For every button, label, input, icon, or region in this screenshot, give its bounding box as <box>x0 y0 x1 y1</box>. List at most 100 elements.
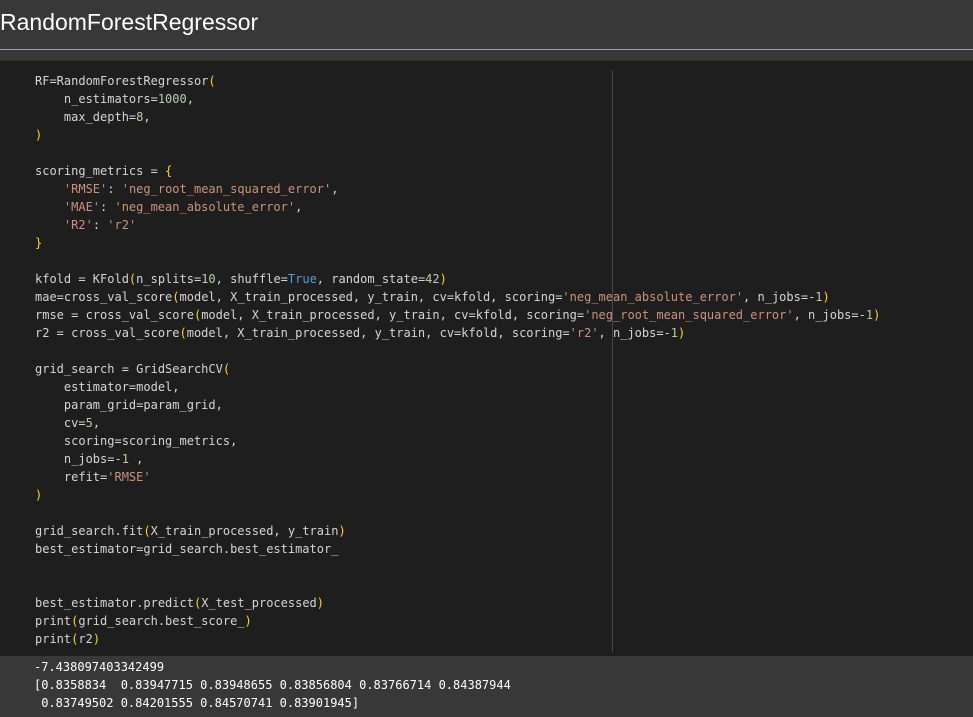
code-number-token: 42 <box>425 272 440 286</box>
code-number-token: 1 <box>815 290 823 304</box>
code-token: : <box>107 182 122 196</box>
code-number-token: 1000 <box>157 92 187 106</box>
code-bracket-token: ) <box>873 308 881 322</box>
code-line: best_estimator=grid_search.best_estimato… <box>35 540 880 558</box>
code-line: n_jobs=-1 , <box>35 450 880 468</box>
heading-divider <box>0 49 973 50</box>
output-line: [0.8358834 0.83947715 0.83948655 0.83856… <box>34 678 511 692</box>
code-token: RF=RandomForestRegressor <box>35 74 209 88</box>
code-bracket-token: ( <box>208 74 216 88</box>
code-line: ) <box>35 486 880 504</box>
code-line: kfold = KFold(n_splits=10, shuffle=True,… <box>35 270 880 288</box>
code-token: : <box>100 200 115 214</box>
code-token: X_test_processed <box>201 596 317 610</box>
code-token: , n_jobs=- <box>793 308 866 322</box>
code-token: r2 <box>78 632 93 646</box>
code-token: grid_search = GridSearchCV <box>35 362 223 376</box>
code-token: estimator=model, <box>35 380 180 394</box>
code-token: r2 = cross_val_score <box>35 326 180 340</box>
code-line: ) <box>35 126 880 144</box>
code-token: refit= <box>35 470 108 484</box>
code-string-token: 'RMSE' <box>63 182 108 196</box>
code-line: n_estimators=1000, <box>35 90 880 108</box>
code-cell[interactable]: RF=RandomForestRegressor( n_estimators=1… <box>0 60 973 656</box>
code-keyword-token: True <box>287 272 317 286</box>
code-bracket-token: ) <box>316 596 325 610</box>
code-token: , random_state= <box>316 272 426 286</box>
code-line: 'MAE': 'neg_mean_absolute_error', <box>35 198 880 216</box>
code-token: best_estimator=grid_search.best_estimato… <box>35 542 339 556</box>
code-bracket-token: ) <box>678 326 686 340</box>
code-bracket-token: ) <box>35 128 43 142</box>
code-token: n_estimators= <box>35 92 158 106</box>
code-bracket-token: ( <box>172 290 180 304</box>
code-line: mae=cross_val_score(model, X_train_proce… <box>35 288 880 306</box>
code-line: max_depth=8, <box>35 108 880 126</box>
code-bracket-token: { <box>165 164 173 178</box>
code-number-token: 1 <box>121 452 129 466</box>
code-number-token: 10 <box>201 272 216 286</box>
code-token: : <box>92 218 108 232</box>
code-token: , <box>331 182 339 196</box>
code-token: grid_search.best_score_ <box>78 614 245 628</box>
code-line: grid_search.fit(X_train_processed, y_tra… <box>35 522 880 540</box>
code-bracket-token: ) <box>338 524 346 538</box>
code-string-token: 'r2' <box>107 218 137 232</box>
code-line: r2 = cross_val_score(model, X_train_proc… <box>35 324 880 342</box>
code-editor[interactable]: RF=RandomForestRegressor( n_estimators=1… <box>35 72 880 648</box>
code-string-token: 'neg_root_mean_squared_error' <box>121 182 332 196</box>
code-token: best_estimator.predict <box>35 596 194 610</box>
code-number-token: 1 <box>865 308 874 322</box>
code-token: , <box>186 92 194 106</box>
code-string-token: 'MAE' <box>63 200 101 214</box>
code-bracket-token: } <box>35 236 43 250</box>
code-token: model, X_train_processed, y_train, cv=kf… <box>201 308 585 322</box>
code-line: scoring_metrics = { <box>35 162 880 180</box>
code-token: scoring=scoring_metrics, <box>35 434 238 448</box>
code-number-token: 1 <box>670 326 679 340</box>
code-token: kfold = KFold <box>35 272 129 286</box>
code-line: RF=RandomForestRegressor( <box>35 72 880 90</box>
code-string-token: 'neg_mean_absolute_error' <box>562 290 744 304</box>
code-line: 'R2': 'r2' <box>35 216 880 234</box>
code-bracket-token: ( <box>222 362 231 376</box>
code-number-token: 5 <box>85 416 93 430</box>
code-bracket-token: ) <box>92 632 101 646</box>
output-line: 0.83749502 0.84201555 0.84570741 0.83901… <box>34 696 360 710</box>
code-line: grid_search = GridSearchCV( <box>35 360 880 378</box>
code-line: } <box>35 234 880 252</box>
code-bracket-token: ( <box>179 326 187 340</box>
code-token: , <box>128 452 144 466</box>
code-token: , <box>92 416 101 430</box>
code-token: X_train_processed, y_train <box>150 524 339 538</box>
code-token: scoring_metrics = <box>35 164 166 178</box>
code-token: model, X_train_processed, y_train, cv=kf… <box>186 326 570 340</box>
code-line: print(grid_search.best_score_) <box>35 612 880 630</box>
code-line: best_estimator.predict(X_test_processed) <box>35 594 880 612</box>
code-string-token: 'neg_root_mean_squared_error' <box>584 308 794 322</box>
code-string-token: 'R2' <box>63 218 93 232</box>
code-token: print <box>35 632 72 646</box>
cell-output: -7.438097403342499 [0.8358834 0.83947715 … <box>0 656 973 717</box>
code-string-token: 'r2' <box>569 326 599 340</box>
code-token: print <box>35 614 72 628</box>
code-token: model, X_train_processed, y_train, cv=kf… <box>179 290 563 304</box>
code-line: cv=5, <box>35 414 880 432</box>
code-token: grid_search.fit <box>35 524 144 538</box>
output-text: -7.438097403342499 [0.8358834 0.83947715 … <box>34 658 511 712</box>
code-bracket-token: ( <box>143 524 151 538</box>
notebook-page: RandomForestRegressor RF=RandomForestReg… <box>0 0 973 717</box>
code-string-token: 'RMSE' <box>107 470 151 484</box>
code-token: , shuffle= <box>215 272 288 286</box>
code-token: max_depth= <box>35 110 137 124</box>
code-token: mae=cross_val_score <box>35 290 173 304</box>
code-token: n_splits= <box>136 272 202 286</box>
